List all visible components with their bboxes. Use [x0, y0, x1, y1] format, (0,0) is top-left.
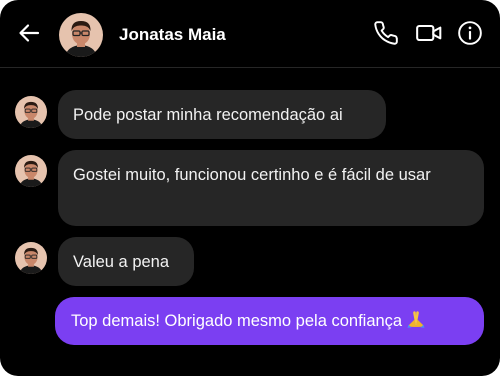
- message-avatar[interactable]: [15, 96, 47, 128]
- phone-icon: [373, 20, 399, 51]
- message-text: Gostei muito, funcionou certinho e é fác…: [73, 166, 431, 184]
- contact-name[interactable]: Jonatas Maia: [119, 25, 226, 45]
- message-text: Pode postar minha recomendação ai: [73, 106, 343, 124]
- received-message-bubble[interactable]: Gostei muito, funcionou certinho e é fác…: [58, 150, 484, 226]
- chat-window: Jonatas Maia Pode postar minha recomenda…: [0, 0, 500, 376]
- message-avatar[interactable]: [15, 242, 47, 274]
- info-button[interactable]: [455, 20, 485, 50]
- message-text: Top demais! Obrigado mesmo pela confianç…: [71, 312, 403, 330]
- arrow-left-icon: [17, 21, 41, 50]
- sent-message-bubble[interactable]: Top demais! Obrigado mesmo pela confianç…: [55, 297, 484, 345]
- info-icon: [457, 20, 483, 51]
- folded-hands-emoji: [406, 310, 426, 328]
- contact-avatar[interactable]: [59, 13, 103, 57]
- received-message-bubble[interactable]: Pode postar minha recomendação ai: [58, 90, 386, 139]
- video-camera-icon: [415, 20, 443, 51]
- message-text: Valeu a pena: [73, 253, 170, 271]
- message-avatar[interactable]: [15, 155, 47, 187]
- received-message-bubble[interactable]: Valeu a pena: [58, 237, 194, 286]
- back-button[interactable]: [14, 20, 44, 50]
- call-button[interactable]: [371, 20, 401, 50]
- video-call-button[interactable]: [414, 20, 444, 50]
- chat-header: Jonatas Maia: [0, 0, 500, 68]
